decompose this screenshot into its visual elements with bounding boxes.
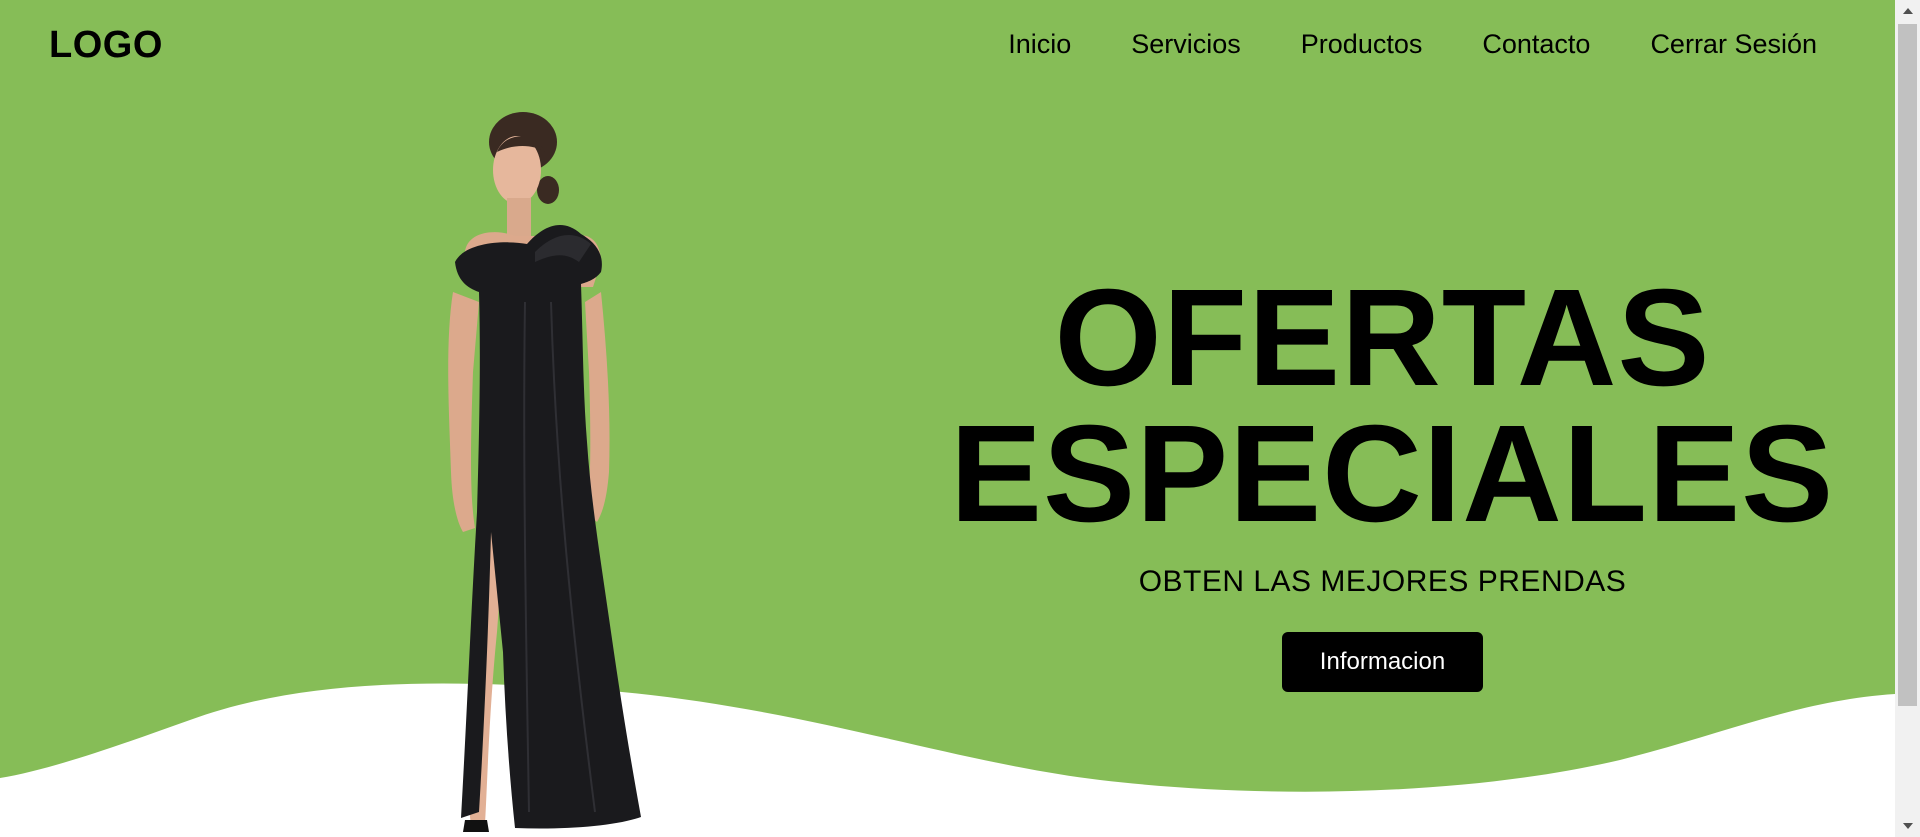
nav-link-inicio[interactable]: Inicio [1008,28,1071,60]
site-logo[interactable]: LOGO [49,24,163,67]
hero-subtitle: OBTEN LAS MEJORES PRENDAS [1138,565,1627,598]
scroll-up-arrow-icon[interactable] [1895,0,1920,22]
hero-headline: OFERTAS ESPECIALES [950,261,1835,551]
scroll-down-arrow-icon[interactable] [1895,815,1920,837]
nav-link-servicios[interactable]: Servicios [1131,28,1241,60]
model-image [448,112,641,832]
landing-page: LOGO Inicio Servicios Productos Contacto… [0,0,1895,837]
hero-title-line-2: ESPECIALES [950,397,1835,551]
main-nav: Inicio Servicios Productos Contacto Cerr… [948,28,1817,60]
vertical-scrollbar[interactable] [1895,0,1920,837]
nav-link-cerrar-sesion[interactable]: Cerrar Sesión [1650,28,1817,60]
informacion-button[interactable]: Informacion [1282,632,1483,692]
nav-link-productos[interactable]: Productos [1301,28,1423,60]
hero-title-line-1: OFERTAS [1054,261,1711,415]
scrollbar-thumb[interactable] [1898,24,1917,706]
nav-link-contacto[interactable]: Contacto [1482,28,1590,60]
